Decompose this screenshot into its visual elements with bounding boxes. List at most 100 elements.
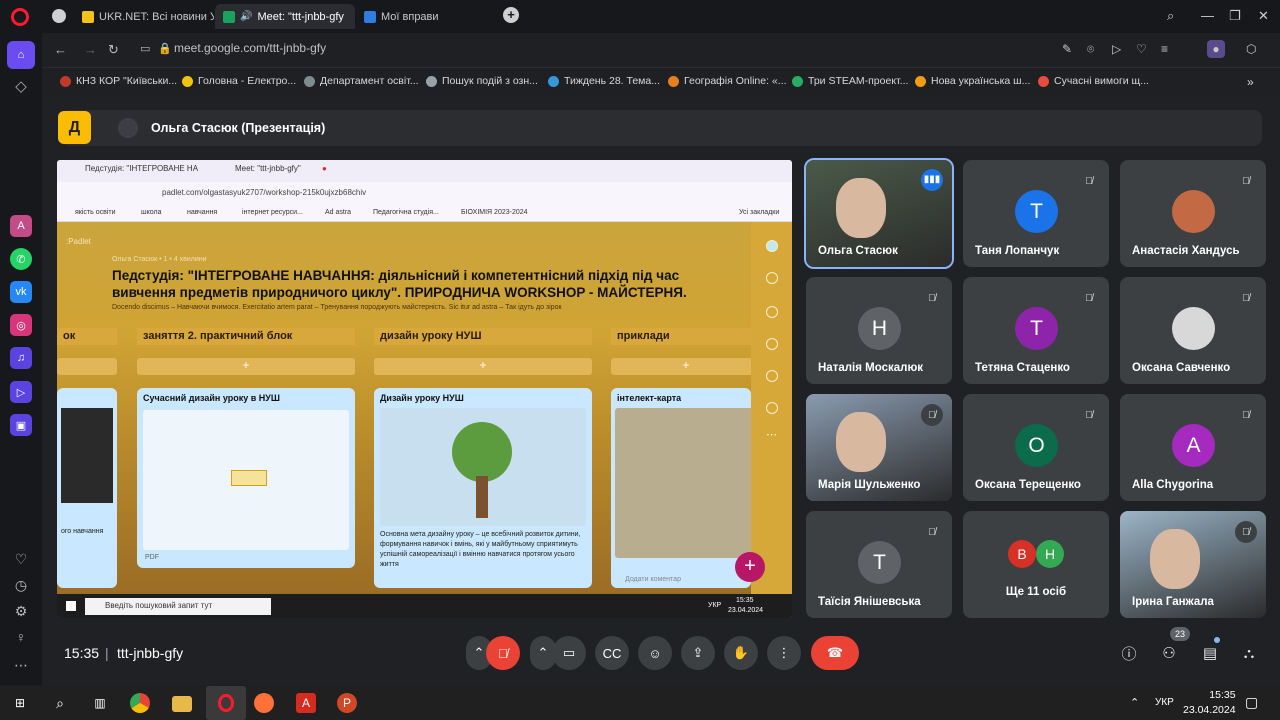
- forward-icon[interactable]: →: [84, 42, 97, 57]
- edit-icon[interactable]: ✎: [1062, 42, 1072, 56]
- whatsapp-icon[interactable]: ✆: [10, 248, 32, 270]
- extensions-icon[interactable]: ≡: [1161, 42, 1168, 56]
- task-view-icon[interactable]: ▥: [88, 691, 112, 715]
- wallet-icon[interactable]: ▣: [10, 414, 32, 436]
- workspace-icon[interactable]: [52, 9, 66, 23]
- pinboard-icon[interactable]: ◇: [10, 75, 32, 97]
- bookmark-item[interactable]: Три STEAM-проект...: [792, 75, 908, 87]
- bookmark-item[interactable]: Пошук подій з озн...: [426, 75, 538, 87]
- keyboard-lang[interactable]: УКР: [1155, 697, 1174, 708]
- history-icon[interactable]: ◷: [10, 574, 32, 596]
- player-icon[interactable]: ▷: [10, 381, 32, 403]
- present-button[interactable]: ⇪: [681, 636, 715, 670]
- reload-icon[interactable]: ↻: [108, 42, 119, 58]
- tab-label: Meet: "ttt-jnbb-gfy: [257, 10, 344, 23]
- participant-tile[interactable]: 🎙̸ Ірина Ганжала: [1120, 511, 1266, 618]
- vk-icon[interactable]: vk: [10, 281, 32, 303]
- bookmark-item[interactable]: Головна - Електро...: [182, 75, 296, 87]
- bookmark-item[interactable]: Нова українська ш...: [915, 75, 1030, 87]
- speed-dial-icon[interactable]: ⌂: [7, 41, 35, 69]
- participant-tile[interactable]: A 🎙̸ Alla Chygorina: [1120, 394, 1266, 501]
- search-icon[interactable]: ⌕: [48, 691, 72, 715]
- more-icon[interactable]: ⋯: [10, 654, 32, 676]
- opera-taskbar-icon[interactable]: [206, 686, 246, 720]
- tab-ukrnet[interactable]: UKR.NET: Всі новини Укр: [74, 4, 214, 29]
- participant-tile[interactable]: Т 🎙̸ Таїсія Янішевська: [806, 511, 952, 618]
- lock-icon[interactable]: 🔒: [158, 42, 172, 55]
- more-vert-icon: ⋮: [777, 645, 791, 660]
- search-tabs-icon[interactable]: ⌕: [1167, 8, 1174, 24]
- activities-icon[interactable]: ⛬: [1237, 642, 1261, 664]
- bookmark-item[interactable]: Географія Online: «...: [668, 75, 787, 87]
- emoji-button[interactable]: ☺: [638, 636, 672, 670]
- tray-chevron-icon[interactable]: ⌃: [1130, 696, 1139, 709]
- close-window-icon[interactable]: ✕: [1258, 8, 1269, 24]
- participant-tile[interactable]: Н 🎙̸ Наталія Москалюк: [806, 277, 952, 384]
- send-icon[interactable]: ▷: [1112, 42, 1121, 56]
- chat-icon[interactable]: ▤: [1198, 642, 1222, 664]
- people-icon[interactable]: ⚇: [1157, 642, 1181, 664]
- new-tab-button[interactable]: +: [503, 7, 519, 23]
- clock-separator: |: [105, 645, 109, 661]
- padlet-right-rail: ⋯: [751, 222, 792, 594]
- file-explorer-icon[interactable]: [172, 696, 192, 712]
- muted-mic-icon: 🎙̸: [1078, 170, 1100, 192]
- more-options-button[interactable]: ⋮: [767, 636, 801, 670]
- bookmarks-bar: КНЗ КОР "Київськи... Головна - Електро..…: [42, 67, 1280, 95]
- participant-tile[interactable]: О 🎙̸ Оксана Терещенко: [963, 394, 1109, 501]
- bookmark-item[interactable]: Сучасні вимоги щ...: [1038, 75, 1149, 87]
- participant-tile[interactable]: Т 🎙̸ Таня Лопанчук: [963, 160, 1109, 267]
- bookmark-label: Головна - Електро...: [198, 75, 297, 87]
- participant-tile[interactable]: ▮▮▮ Ольга Стасюк: [804, 158, 954, 269]
- meeting-info-icon[interactable]: ⓘ: [1117, 642, 1141, 664]
- pdf-badge: PDF: [145, 554, 159, 561]
- camera-toggle-button[interactable]: ▭: [552, 636, 586, 670]
- speaker-icon[interactable]: 🔊: [240, 11, 252, 22]
- acrobat-icon[interactable]: A: [296, 693, 316, 713]
- powerpoint-icon[interactable]: P: [337, 693, 357, 713]
- aria-icon[interactable]: A: [10, 215, 32, 237]
- captions-button[interactable]: CC: [595, 636, 629, 670]
- heart-icon[interactable]: ♡: [10, 548, 32, 570]
- speaking-indicator-icon: ▮▮▮: [921, 169, 943, 191]
- opera-logo-icon[interactable]: [11, 8, 29, 26]
- settings-icon[interactable]: ⚙: [10, 600, 32, 622]
- participant-avatar: [1172, 307, 1215, 350]
- leave-call-button[interactable]: ☎: [811, 636, 859, 670]
- raise-hand-button[interactable]: ✋: [724, 636, 758, 670]
- cube-icon[interactable]: ⬡: [1246, 42, 1256, 56]
- camera-site-icon[interactable]: ▭: [140, 42, 150, 55]
- system-clock[interactable]: 15:35 23.04.2024: [1183, 688, 1236, 718]
- participant-tile[interactable]: ВН🎙̸Ще 11 осіб: [963, 511, 1109, 618]
- notifications-icon[interactable]: ▢: [1245, 694, 1258, 711]
- profile-icon[interactable]: ●: [1207, 40, 1225, 58]
- maximize-icon[interactable]: ❐: [1229, 8, 1241, 24]
- bookmark-icon: [1038, 75, 1049, 87]
- tab-meet[interactable]: 🔊 Meet: "ttt-jnbb-gfy: [215, 4, 355, 29]
- participant-tile[interactable]: Т 🎙̸ Тетяна Стаценко: [963, 277, 1109, 384]
- minimize-icon[interactable]: —: [1201, 8, 1214, 23]
- instagram-icon[interactable]: ◎: [10, 314, 32, 336]
- firefox-icon[interactable]: [254, 693, 274, 713]
- more-bookmarks-icon[interactable]: »: [1247, 75, 1254, 89]
- tips-icon[interactable]: ♀: [10, 626, 32, 648]
- bookmark-item[interactable]: КНЗ КОР "Київськи...: [60, 75, 177, 87]
- participant-face: [836, 412, 886, 472]
- chrome-icon[interactable]: [130, 693, 150, 713]
- bookmark-item[interactable]: Тиждень 28. Тема...: [548, 75, 660, 87]
- bookmark-label: Три STEAM-проект...: [808, 75, 909, 87]
- bookmark-item[interactable]: Департамент освіт...: [304, 75, 419, 87]
- back-icon[interactable]: ←: [54, 42, 67, 57]
- tab-exercises[interactable]: Мої вправи: [356, 4, 486, 29]
- music-icon[interactable]: ♫: [10, 347, 32, 369]
- participant-tile[interactable]: 🎙̸ Оксана Савченко: [1120, 277, 1266, 384]
- mic-toggle-button[interactable]: 🎙̸: [486, 636, 520, 670]
- snapshot-icon[interactable]: ⌾: [1087, 42, 1094, 57]
- windows-start-icon[interactable]: ⊞: [8, 691, 32, 715]
- participant-tile[interactable]: 🎙̸ Анастасія Хандусь: [1120, 160, 1266, 267]
- url-field[interactable]: meet.google.com/ttt-jnbb-gfy: [174, 41, 326, 55]
- post-text: ого навчання: [61, 528, 104, 535]
- participant-tile[interactable]: 🎙̸ Марія Шульженко: [806, 394, 952, 501]
- bookmark-heart-icon[interactable]: ♡: [1136, 42, 1147, 56]
- padlet-title: Педстудія: "ІНТЕГРОВАНЕ НАВЧАННЯ: діяльн…: [112, 268, 687, 300]
